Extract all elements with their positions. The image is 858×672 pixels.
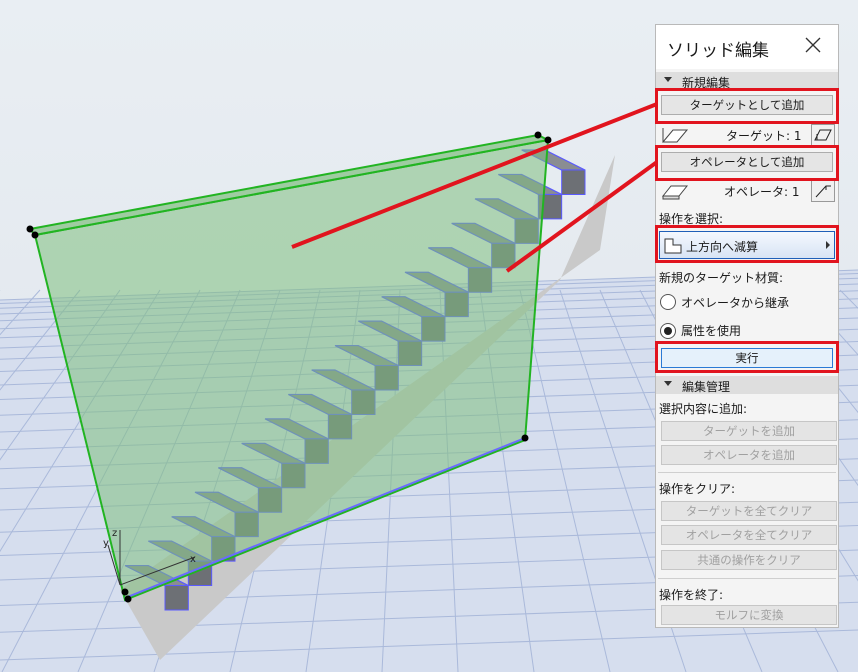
add-as-target-button[interactable]: ターゲットとして追加 [661,95,833,115]
clear-all-targets-button[interactable]: ターゲットを全てクリア [661,501,837,521]
radio-use-attribute-label[interactable]: 属性を使用 [681,322,741,339]
subtract-upwards-icon [664,238,682,254]
add-operator-button[interactable]: オペレータを追加 [661,445,837,465]
axis-z-label: z [112,528,117,539]
target-shape-icon [661,128,689,143]
clear-operation-label: 操作をクリア: [659,482,736,496]
target-pick-icon[interactable] [811,124,835,146]
collapse-triangle-icon [664,77,672,82]
target-count: ターゲット: 1 [726,129,802,143]
radio-inherit-from-operator-label[interactable]: オペレータから継承 [681,294,789,311]
operator-pick-icon[interactable] [811,180,835,202]
add-to-selection-label: 選択内容に追加: [659,402,748,416]
radio-use-attribute[interactable] [660,323,676,339]
operator-shape-icon [661,185,689,200]
section-new-edit[interactable]: 新規編集 [656,72,838,90]
axis-x-label: x [190,554,196,565]
operation-selected-value: 上方向へ減算 [686,240,759,254]
divider [658,472,836,473]
clear-all-operators-button[interactable]: オペレータを全てクリア [661,525,837,545]
radio-selected-dot [664,327,672,335]
add-target-button[interactable]: ターゲットを追加 [661,421,837,441]
stair-riser [561,169,586,195]
execute-button[interactable]: 実行 [661,348,833,368]
section-edit-manage-label: 編集管理 [682,380,731,394]
panel-title: ソリッド編集 [667,41,769,61]
submenu-arrow-icon [826,241,830,249]
axis-y-label: y [103,538,109,549]
collapse-triangle-icon [664,381,672,386]
panel-titlebar: ソリッド編集 [656,25,838,69]
add-as-operator-button[interactable]: オペレータとして追加 [661,152,833,172]
divider [658,578,836,579]
section-edit-manage[interactable]: 編集管理 [656,376,838,394]
close-icon[interactable] [805,37,821,53]
stair-riser [164,585,189,611]
solid-editing-panel: ソリッド編集 新規編集 ターゲットとして追加 ターゲット: 1 オペレータとして… [655,24,839,628]
end-operation-label: 操作を終了: [659,588,724,602]
select-operation-label: 操作を選択: [659,212,724,226]
section-new-edit-label: 新規編集 [682,76,731,90]
clear-common-operations-button[interactable]: 共通の操作をクリア [661,550,837,570]
operator-count: オペレータ: 1 [724,185,800,199]
convert-to-morph-button[interactable]: モルフに変換 [661,605,837,625]
radio-inherit-from-operator[interactable] [660,294,676,310]
operation-dropdown[interactable]: 上方向へ減算 [659,231,835,259]
new-target-material-label: 新規のターゲット材質: [659,271,784,285]
